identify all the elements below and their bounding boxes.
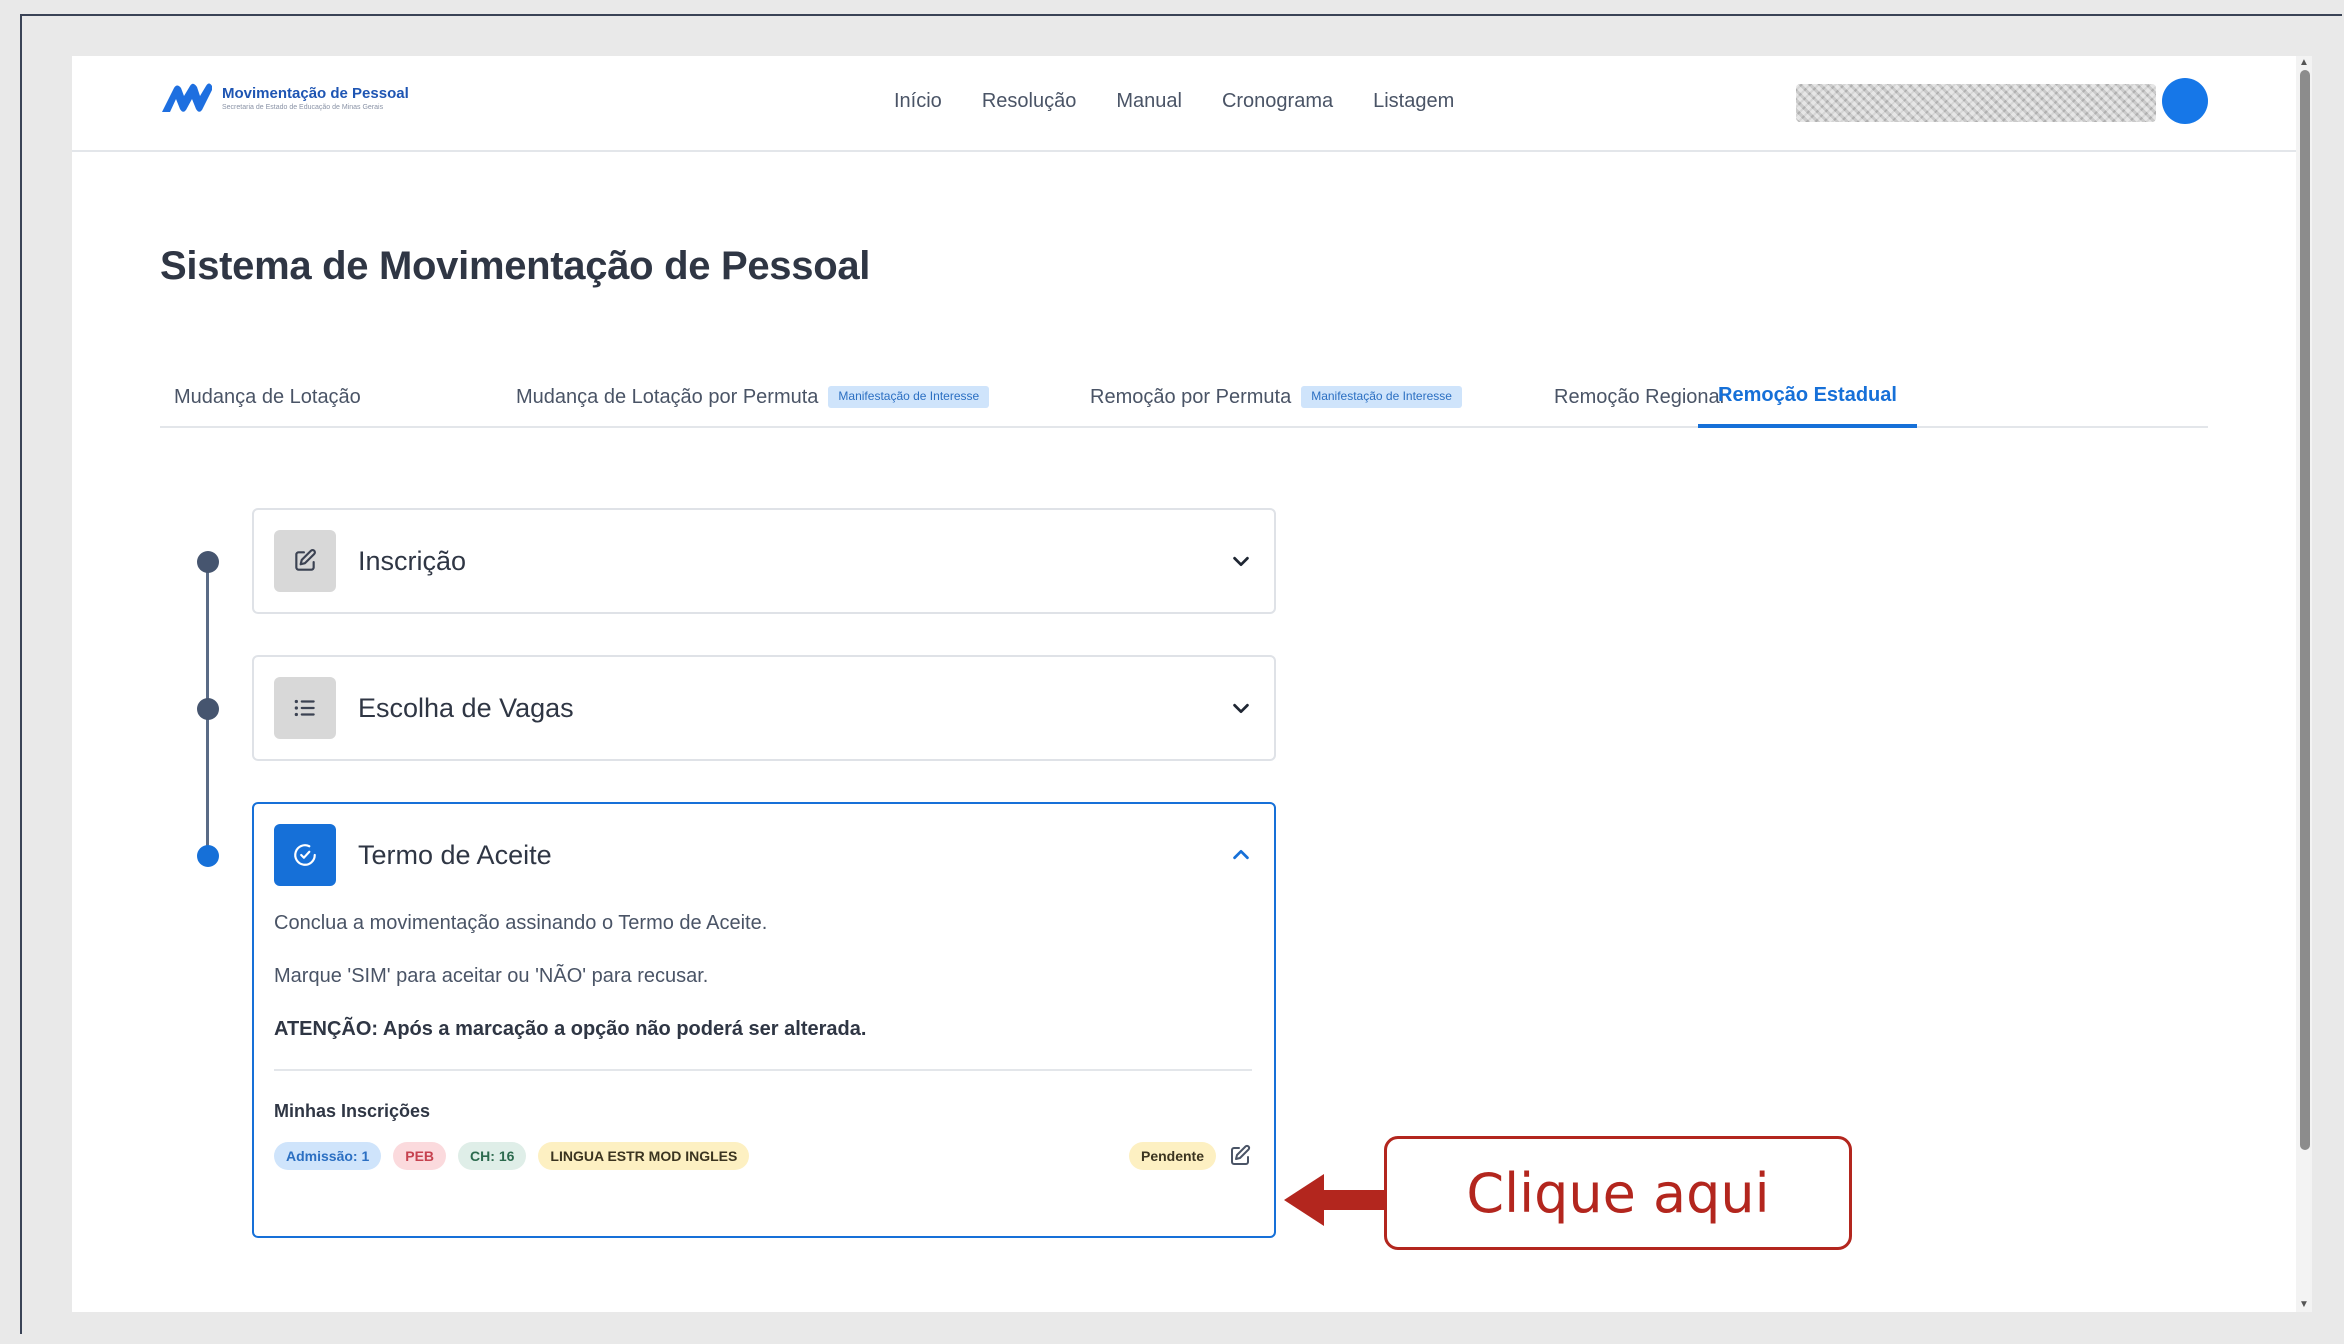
step-header[interactable]: Termo de Aceite: [254, 804, 1274, 906]
step-escolha-vagas: Escolha de Vagas: [252, 655, 1276, 761]
tab-mudanca-lotacao-permuta[interactable]: Mudança de Lotação por Permuta Manifesta…: [516, 366, 990, 428]
step-title: Inscrição: [358, 546, 467, 576]
annotation-callout: Clique aqui: [1384, 1136, 1852, 1250]
avatar[interactable]: [2162, 78, 2208, 124]
chip-carga-horaria: CH: 16: [458, 1142, 527, 1170]
tab-mudanca-lotacao[interactable]: Mudança de Lotação: [174, 366, 361, 428]
chevron-down-icon[interactable]: [1230, 550, 1252, 572]
status-badge: Pendente: [1128, 1142, 1216, 1170]
step-termo-aceite: Termo de Aceite Conclua a movimentação a…: [252, 802, 1276, 1238]
tab-label: Remoção por Permuta: [1090, 385, 1292, 408]
nav-inicio[interactable]: Início: [894, 90, 942, 113]
nav-cronograma[interactable]: Cronograma: [1222, 90, 1333, 113]
scrollbar[interactable]: ▲ ▼: [2296, 56, 2312, 1312]
warning-text: ATENÇÃO: Após a marcação a opção não pod…: [274, 1018, 867, 1040]
scroll-down-icon[interactable]: ▼: [2299, 1300, 2309, 1310]
edit-icon: [274, 530, 336, 592]
timeline-dot: [197, 698, 219, 720]
instruction-text: Marque 'SIM' para aceitar ou 'NÃO' para …: [274, 965, 709, 987]
tab-badge: Manifestação de Interesse: [1301, 386, 1462, 408]
tab-remocao-permuta[interactable]: Remoção por Permuta Manifestação de Inte…: [1090, 366, 1462, 428]
chip-conteudo: LINGUA ESTR MOD INGLES: [538, 1142, 750, 1170]
chevron-up-icon[interactable]: [1230, 844, 1252, 866]
divider: [274, 1069, 1252, 1071]
tab-bar: Mudança de Lotação Mudança de Lotação po…: [160, 366, 2208, 428]
step-title: Termo de Aceite: [358, 840, 552, 870]
timeline-dot-active: [197, 845, 219, 867]
step-title: Escolha de Vagas: [358, 693, 574, 723]
tab-label: Remoção Estadual: [1718, 383, 1897, 406]
section-title: Minhas Inscrições: [274, 1101, 431, 1121]
tab-remocao-estadual[interactable]: Remoção Estadual: [1698, 366, 1917, 428]
tab-label: Mudança de Lotação por Permuta: [516, 385, 819, 408]
user-name-redacted[interactable]: [1796, 84, 2156, 122]
nav-manual[interactable]: Manual: [1116, 90, 1182, 113]
logo-mark-icon: [162, 83, 212, 112]
chip-admissao: Admissão: 1: [274, 1142, 382, 1170]
logo-title: Movimentação de Pessoal: [222, 84, 409, 102]
tab-label: Mudança de Lotação: [174, 385, 361, 408]
edit-icon[interactable]: [1228, 1144, 1252, 1168]
annotation-arrow-icon: [1284, 1174, 1388, 1226]
browser-window: Movimentação de Pessoal Secretaria de Es…: [72, 56, 2312, 1312]
app-logo[interactable]: Movimentação de Pessoal Secretaria de Es…: [160, 82, 409, 114]
check-circle-icon: [274, 824, 336, 886]
instruction-text: Conclua a movimentação assinando o Termo…: [274, 912, 768, 934]
top-header: Movimentação de Pessoal Secretaria de Es…: [72, 56, 2296, 152]
logo-subtitle: Secretaria de Estado de Educação de Mina…: [222, 103, 384, 111]
step-header[interactable]: Inscrição: [254, 510, 1274, 612]
list-icon: [274, 677, 336, 739]
nav-resolucao[interactable]: Resolução: [982, 90, 1077, 113]
nav-listagem[interactable]: Listagem: [1373, 90, 1454, 113]
main-nav: Início Resolução Manual Cronograma Lista…: [894, 90, 1454, 113]
chevron-down-icon[interactable]: [1230, 697, 1252, 719]
tab-badge: Manifestação de Interesse: [828, 386, 990, 408]
chip-cargo: PEB: [393, 1142, 447, 1170]
inscription-row: Admissão: 1 PEB CH: 16 LINGUA ESTR MOD I…: [274, 1142, 1252, 1170]
page-title: Sistema de Movimentação de Pessoal: [160, 244, 871, 288]
step-header[interactable]: Escolha de Vagas: [254, 657, 1274, 759]
timeline-dot: [197, 551, 219, 573]
step-body: Conclua a movimentação assinando o Termo…: [254, 912, 1274, 1190]
step-inscricao: Inscrição: [252, 508, 1276, 614]
scroll-up-icon[interactable]: ▲: [2299, 58, 2309, 68]
scroll-thumb[interactable]: [2300, 70, 2310, 1150]
